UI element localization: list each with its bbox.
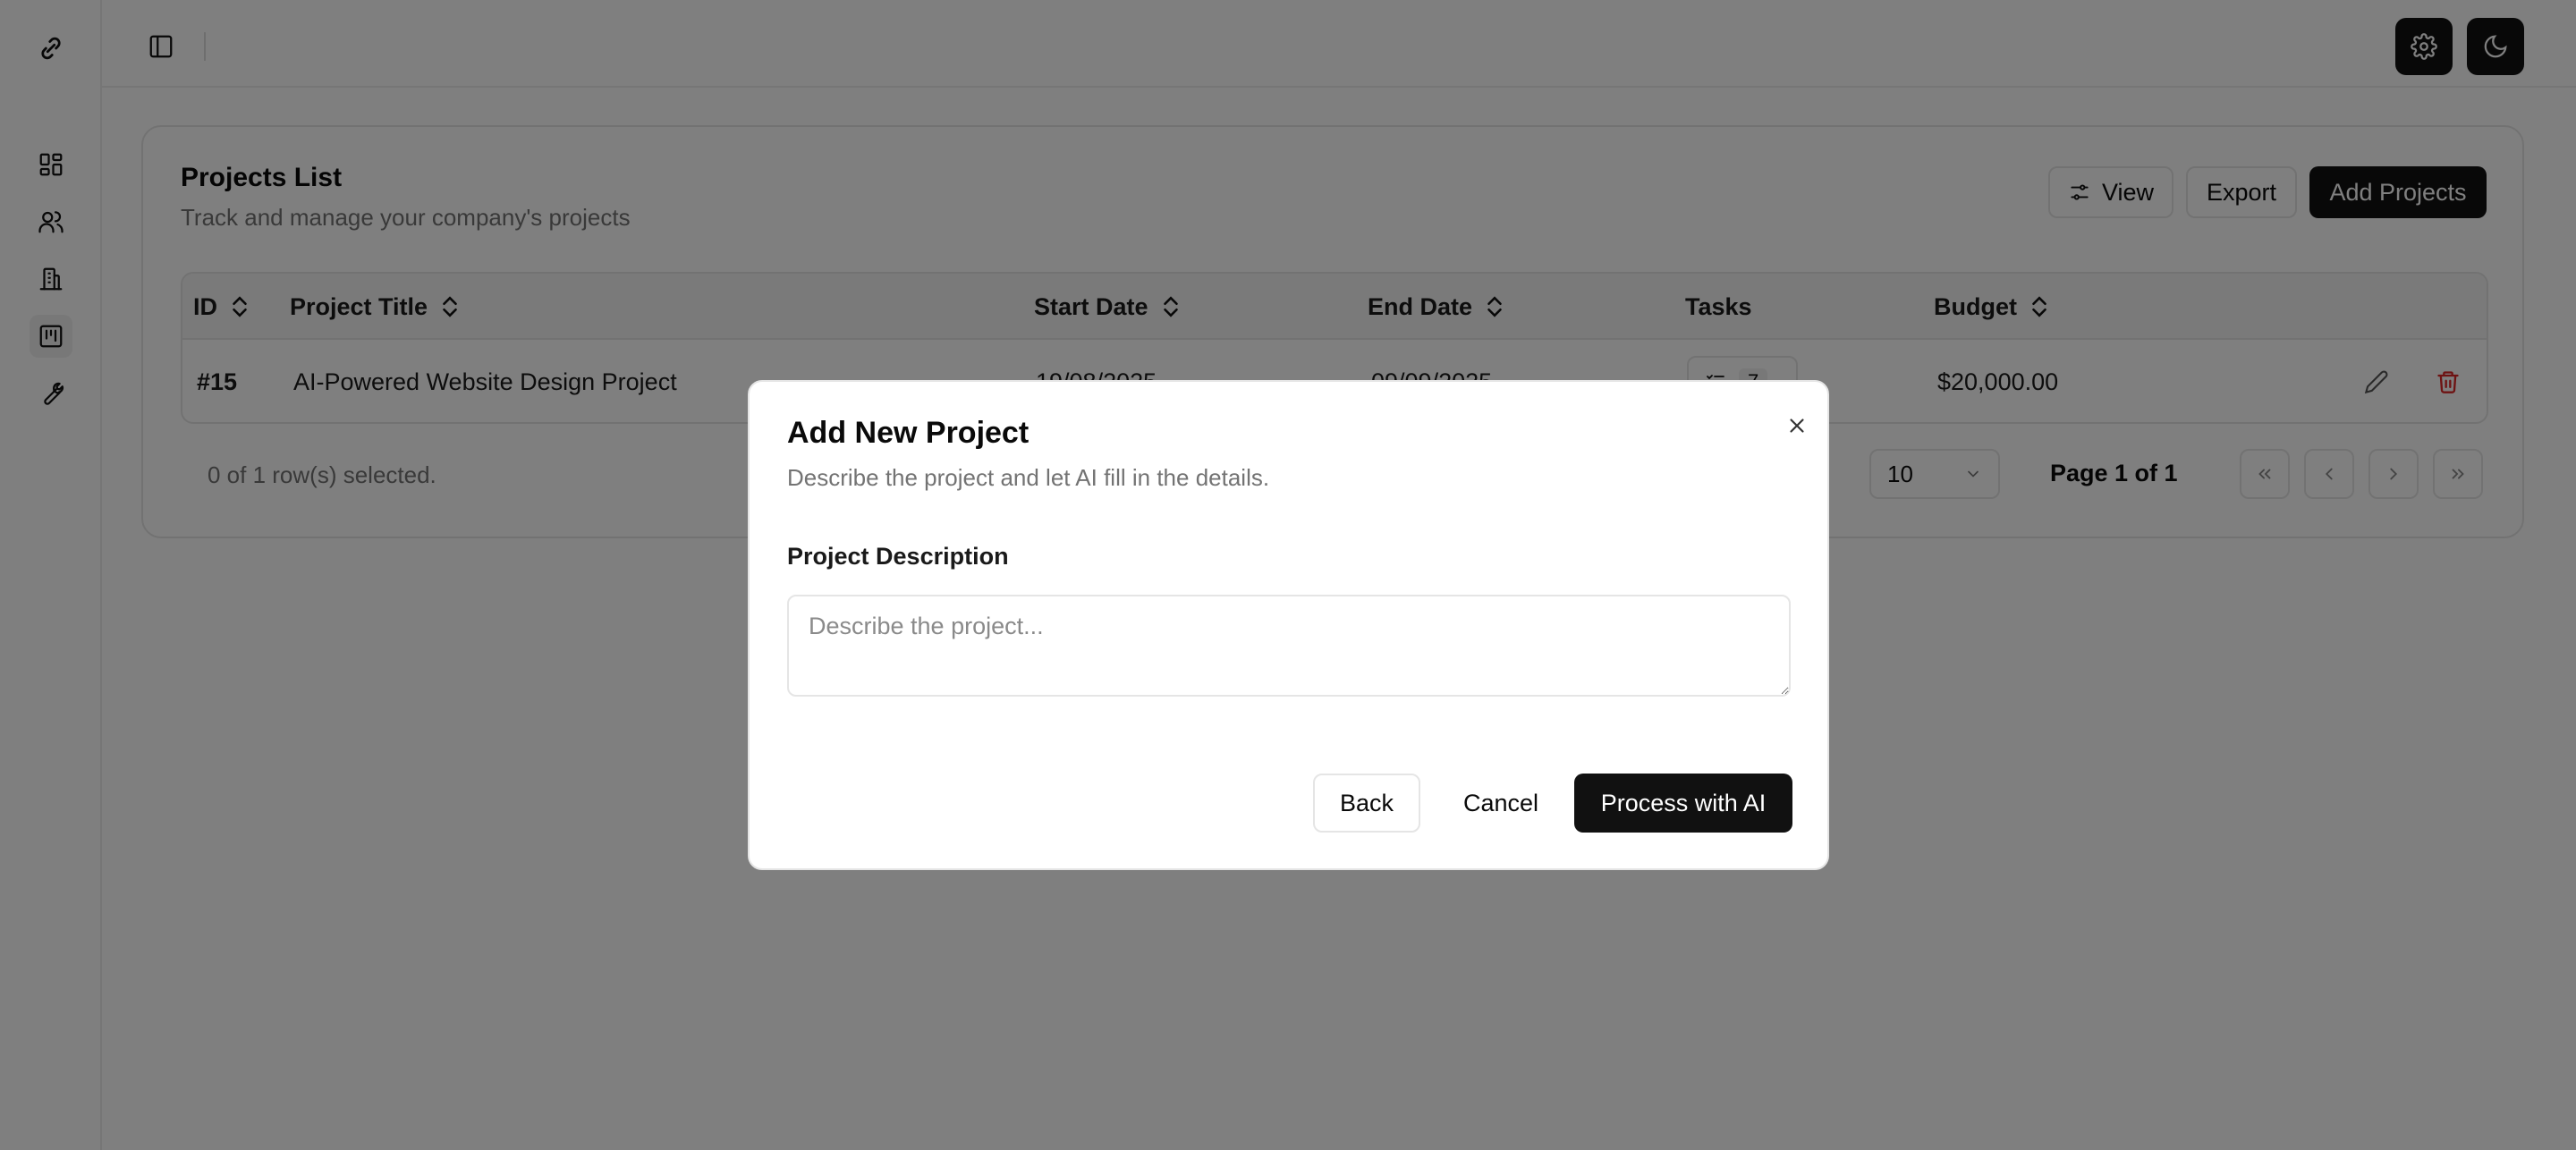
project-description-input[interactable] — [787, 595, 1791, 697]
add-project-dialog: Add New Project Describe the project and… — [748, 380, 1829, 870]
back-label: Back — [1339, 789, 1394, 816]
close-button[interactable] — [1776, 405, 1818, 446]
cancel-label: Cancel — [1462, 789, 1539, 816]
app-root: Projects List Track and manage your comp… — [0, 0, 2576, 1150]
project-description-label: Project Description — [787, 543, 1009, 570]
close-icon — [1790, 419, 1804, 433]
dialog-description: Describe the project and let AI fill in … — [787, 464, 1270, 491]
dialog-title: Add New Project — [787, 416, 1030, 450]
cancel-button[interactable]: Cancel — [1438, 774, 1563, 833]
process-with-ai-label: Process with AI — [1600, 789, 1767, 816]
back-button[interactable]: Back — [1313, 774, 1420, 833]
process-with-ai-button[interactable]: Process with AI — [1574, 774, 1792, 833]
